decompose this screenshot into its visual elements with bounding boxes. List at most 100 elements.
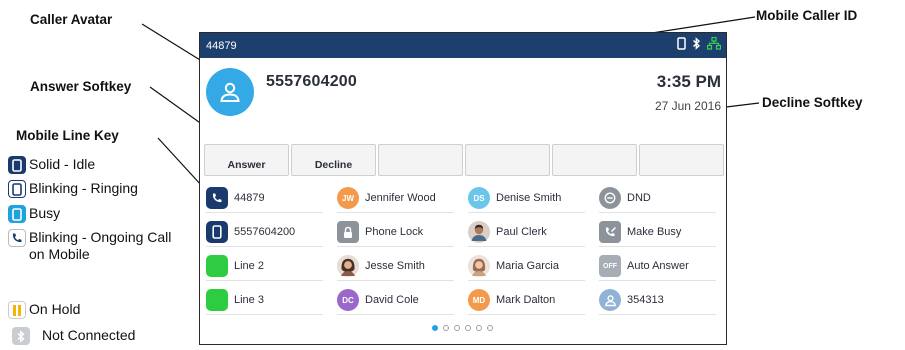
softkey-bar: Answer Decline bbox=[204, 144, 724, 176]
speed-dial-david-cole[interactable]: DC David Cole bbox=[331, 283, 462, 317]
key-label: Denise Smith bbox=[496, 192, 562, 204]
phone-outline-icon bbox=[8, 180, 26, 198]
auto-answer-key[interactable]: OFF Auto Answer bbox=[593, 249, 724, 283]
lock-icon bbox=[337, 221, 359, 243]
incoming-call-area: 5557604200 3:35 PM 27 Jun 2016 bbox=[200, 58, 725, 143]
status-bar: 44879 bbox=[200, 33, 726, 58]
auto-answer-icon: OFF bbox=[599, 255, 621, 277]
contact-initials-icon: DS bbox=[468, 187, 490, 209]
key-label: Mark Dalton bbox=[496, 294, 556, 306]
callout-decline-softkey: Decline Softkey bbox=[762, 95, 863, 110]
speed-dial-mark-dalton[interactable]: MD Mark Dalton bbox=[462, 283, 593, 317]
network-icon bbox=[706, 36, 722, 55]
key-label: 5557604200 bbox=[234, 226, 296, 238]
mobile-line-icon bbox=[206, 221, 228, 243]
legend-item-idle: Solid - Idle bbox=[8, 156, 95, 174]
key-label: 44879 bbox=[234, 192, 265, 204]
contact-photo-icon bbox=[468, 221, 490, 243]
line-green-icon bbox=[206, 289, 228, 311]
page-dot[interactable] bbox=[476, 325, 482, 331]
answer-softkey[interactable]: Answer bbox=[204, 144, 289, 176]
key-row: Line 2 Jesse Smith Maria Garcia OFF Auto… bbox=[200, 249, 725, 283]
key-label: Auto Answer bbox=[627, 260, 689, 272]
phone-busy-icon bbox=[8, 205, 26, 223]
contact-photo-icon bbox=[337, 255, 359, 277]
phone-solid-icon bbox=[8, 156, 26, 174]
legend-text: Not Connected bbox=[42, 327, 136, 343]
legend-item-busy: Busy bbox=[8, 205, 60, 223]
speed-dial-354313[interactable]: 354313 bbox=[593, 283, 724, 317]
empty-softkey[interactable] bbox=[465, 144, 550, 176]
legend-item-ringing: Blinking - Ringing bbox=[8, 180, 138, 198]
contact-initials-icon: JW bbox=[337, 187, 359, 209]
page-dot[interactable] bbox=[443, 325, 449, 331]
line-key-line-2[interactable]: Line 2 bbox=[200, 249, 331, 283]
contact-initials-icon: MD bbox=[468, 289, 490, 311]
phone-screen: 44879 5557604200 3:35 PM 27 Jun 2016 Ans… bbox=[199, 32, 727, 345]
legend-text: Solid - Idle bbox=[29, 156, 96, 172]
empty-softkey[interactable] bbox=[378, 144, 463, 176]
handset-icon bbox=[206, 187, 228, 209]
key-row: Line 3 DC David Cole MD Mark Dalton 3543… bbox=[200, 283, 725, 317]
page-dot[interactable] bbox=[454, 325, 460, 331]
key-row: 44879 JW Jennifer Wood DS Denise Smith D… bbox=[200, 181, 725, 215]
key-label: DND bbox=[627, 192, 651, 204]
page-dot[interactable] bbox=[465, 325, 471, 331]
callout-caller-avatar: Caller Avatar bbox=[30, 12, 113, 27]
mobile-line-key[interactable]: 5557604200 bbox=[200, 215, 331, 249]
make-busy-key[interactable]: Make Busy bbox=[593, 215, 724, 249]
decline-softkey[interactable]: Decline bbox=[291, 144, 376, 176]
speed-dial-jennifer-wood[interactable]: JW Jennifer Wood bbox=[331, 181, 462, 215]
legend-text: Blinking - Ongoing Call on Mobile bbox=[29, 229, 172, 262]
line-key-line-3[interactable]: Line 3 bbox=[200, 283, 331, 317]
dnd-icon bbox=[599, 187, 621, 209]
callout-answer-softkey: Answer Softkey bbox=[30, 79, 132, 94]
speed-dial-jesse-smith[interactable]: Jesse Smith bbox=[331, 249, 462, 283]
key-label: Paul Clerk bbox=[496, 226, 547, 238]
key-label: Line 3 bbox=[234, 294, 264, 306]
key-label: Maria Garcia bbox=[496, 260, 559, 272]
phone-lock-key[interactable]: Phone Lock bbox=[331, 215, 462, 249]
legend-text: Blinking - Ringing bbox=[29, 180, 138, 196]
bluetooth-icon bbox=[12, 327, 30, 345]
legend-item-on-hold: On Hold bbox=[8, 301, 80, 319]
page-indicator bbox=[200, 325, 725, 331]
legend-text: On Hold bbox=[29, 301, 81, 317]
key-label: Make Busy bbox=[627, 226, 682, 238]
legend-item-ongoing-call: Blinking - Ongoing Call on Mobile bbox=[8, 229, 188, 263]
pause-icon bbox=[8, 301, 26, 319]
bluetooth-icon bbox=[692, 36, 701, 55]
contact-avatar-icon bbox=[599, 289, 621, 311]
status-extension: 44879 bbox=[206, 39, 237, 52]
callout-mobile-line-key: Mobile Line Key bbox=[16, 128, 119, 143]
key-label: 354313 bbox=[627, 294, 664, 306]
contact-initials-icon: DC bbox=[337, 289, 359, 311]
contact-photo-icon bbox=[468, 255, 490, 277]
dnd-key[interactable]: DND bbox=[593, 181, 724, 215]
key-label: Jennifer Wood bbox=[365, 192, 436, 204]
empty-softkey[interactable] bbox=[639, 144, 724, 176]
speed-dial-denise-smith[interactable]: DS Denise Smith bbox=[462, 181, 593, 215]
key-label: Phone Lock bbox=[365, 226, 424, 238]
line-keys-grid: 44879 JW Jennifer Wood DS Denise Smith D… bbox=[200, 181, 725, 317]
speed-dial-maria-garcia[interactable]: Maria Garcia bbox=[462, 249, 593, 283]
empty-softkey[interactable] bbox=[552, 144, 637, 176]
make-busy-icon bbox=[599, 221, 621, 243]
speed-dial-paul-clerk[interactable]: Paul Clerk bbox=[462, 215, 593, 249]
line-key-44879[interactable]: 44879 bbox=[200, 181, 331, 215]
status-icons bbox=[677, 36, 722, 55]
key-row: 5557604200 Phone Lock Paul Clerk Make Bu… bbox=[200, 215, 725, 249]
callout-mobile-caller-id: Mobile Caller ID bbox=[756, 8, 858, 23]
key-label: David Cole bbox=[365, 294, 419, 306]
key-label: Jesse Smith bbox=[365, 260, 425, 272]
legend-text: Busy bbox=[29, 205, 61, 221]
caller-avatar-icon bbox=[206, 68, 254, 116]
page-dot[interactable] bbox=[487, 325, 493, 331]
mobile-icon bbox=[677, 36, 686, 55]
line-green-icon bbox=[206, 255, 228, 277]
handset-icon bbox=[8, 229, 26, 247]
page-dot[interactable] bbox=[432, 325, 438, 331]
call-date: 27 Jun 2016 bbox=[654, 99, 721, 113]
key-label: Line 2 bbox=[234, 260, 264, 272]
caller-id: 5557604200 bbox=[266, 73, 357, 90]
